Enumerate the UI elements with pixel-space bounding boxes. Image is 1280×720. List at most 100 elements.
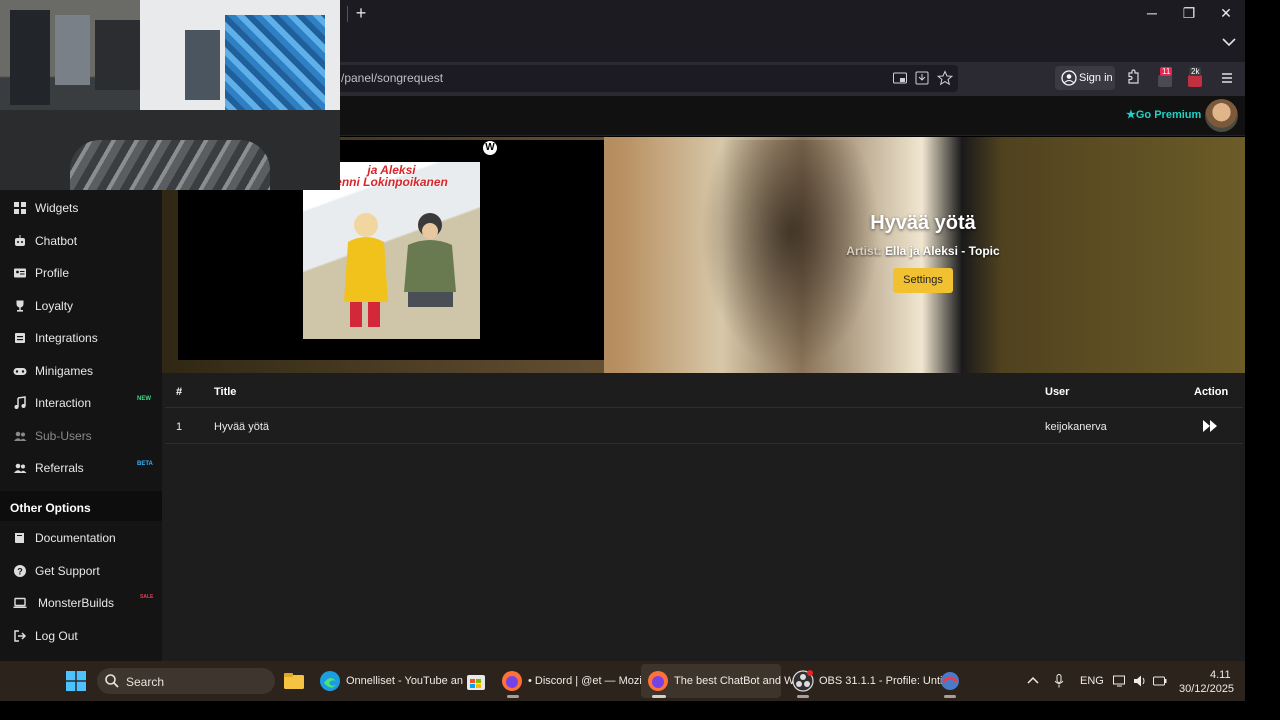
plug-icon [15,333,25,343]
column-header-action: Action [1194,386,1229,398]
store-icon[interactable] [465,670,487,692]
extensions-icon[interactable] [1124,69,1142,87]
sign-in-label: Sign in [1079,72,1113,84]
sidebar-item-label: Log Out [35,629,78,643]
sidebar-item-widgets[interactable]: Widgets [0,192,162,224]
warner-music-logo: W [483,141,497,155]
svg-text:?: ? [17,567,23,577]
sidebar-item-interaction[interactable]: Interaction NEW [0,387,162,419]
users-icon [14,463,27,473]
sidebar-item-get-support[interactable]: ? Get Support [0,555,162,587]
sidebar-item-chatbot[interactable]: Chatbot [0,225,162,257]
row-title: Hyvää yötä [214,421,270,433]
question-icon: ? [14,565,26,577]
gamepad-icon [13,368,27,375]
sale-badge: SALE [140,594,154,600]
sidebar-item-sub-users[interactable]: Sub-Users [0,420,162,452]
taskbar-app-label[interactable]: Onnelliset - YouTube an [346,675,463,687]
sidebar-item-integrations[interactable]: Integrations [0,322,162,354]
sidebar-item-log-out[interactable]: Log Out [0,620,162,652]
star-icon: ★ [1126,109,1136,121]
go-premium-link[interactable]: ★Go Premium [1126,108,1201,121]
skip-forward-icon[interactable] [1203,420,1217,432]
artist-row: Artist: Ella ja Aleksi - Topic [800,244,1046,258]
save-page-icon[interactable] [914,70,930,86]
search-icon [105,674,119,688]
running-indicator [797,695,809,698]
other-options-heading: Other Options [10,501,91,515]
sidebar-item-referrals[interactable]: Referrals BETA [0,452,162,484]
child-yellow-coat-image [344,213,388,327]
webcam-clothes [55,15,90,85]
obs-icon[interactable] [792,670,814,692]
sidebar-item-label: Get Support [35,564,100,578]
microphone-icon[interactable] [1051,673,1067,689]
windows-start-icon[interactable] [66,671,86,691]
taskbar-app-label[interactable]: OBS 31.1.1 - Profile: Unti [819,675,943,687]
sidebar-item-profile[interactable]: Profile [0,257,162,289]
language-indicator[interactable]: ENG [1080,675,1104,687]
volume-icon[interactable] [1132,673,1148,689]
sidebar-item-label: MonsterBuilds [38,596,115,610]
taskbar-search-label: Search [126,675,165,689]
bookmark-star-icon[interactable] [937,70,953,86]
network-icon[interactable] [1112,673,1128,689]
sidebar-item-loyalty[interactable]: Loyalty [0,290,162,322]
extension-count-badge: 2k [1189,67,1202,76]
sidebar-item-label: Sub-Users [35,429,92,443]
sidebar-item-label: Integrations [35,331,98,345]
new-badge: NEW [137,396,151,402]
webcam-clothes [95,20,140,90]
chevron-down-icon[interactable] [1219,32,1239,52]
edge-icon[interactable] [319,670,341,692]
hamburger-menu-icon[interactable] [1218,69,1236,87]
sidebar-item-label: Widgets [35,201,79,215]
firefox-icon[interactable] [501,670,523,692]
clock-date[interactable]: 30/12/2025 [1179,683,1234,695]
webcam-overlay [0,0,340,190]
artist-label: Artist: [846,244,882,258]
avatar[interactable] [1205,99,1238,132]
column-header-number: # [176,386,183,398]
battery-icon[interactable] [1152,673,1168,689]
laptop-icon [13,597,27,608]
webcam-clothes [10,10,50,105]
music-icon [14,396,26,409]
artist-name: Ella ja Aleksi - Topic [884,244,1000,258]
maximize-button[interactable]: ❐ [1179,4,1199,22]
sidebar-item-minigames[interactable]: Minigames [0,355,162,387]
active-indicator [652,695,666,698]
taskbar-search-box[interactable] [97,668,275,694]
url-text[interactable]: /panel/songrequest [341,71,443,85]
now-playing-title: Hyvää yötä [870,212,976,234]
queue-table-header: # Title User Action [165,374,1243,408]
users-icon [14,431,27,441]
webcam-blanket [70,140,270,190]
taskbar-app-label[interactable]: The best ChatBot and W [674,675,794,687]
trophy-icon [16,300,24,312]
taskbar-app-label[interactable]: • Discord | @et — Mozil [528,675,644,687]
app-icon[interactable] [939,670,961,692]
picture-in-picture-icon[interactable] [892,70,908,86]
row-number: 1 [176,421,183,433]
settings-button[interactable]: Settings [893,268,953,293]
right-edge-black [1245,0,1280,701]
sidebar-item-monsterbuilds[interactable]: MonsterBuilds SALE [0,587,162,619]
sidebar-item-label: Minigames [35,364,94,378]
sidebar-item-label: Documentation [35,531,116,545]
go-premium-label: Go Premium [1135,109,1202,121]
chevron-up-icon[interactable] [1025,673,1041,689]
clock-time[interactable]: 4.11 [1210,669,1231,681]
minimize-button[interactable]: ─ [1142,4,1162,22]
table-row: 1 Hyvää yötä keijokanerva [165,409,1243,444]
new-tab-button[interactable]: + [352,4,370,23]
sidebar-item-documentation[interactable]: Documentation [0,522,162,554]
grid-icon [14,202,26,214]
firefox-icon[interactable] [647,670,669,692]
extension-badge: 11 [1160,67,1173,76]
book-icon [15,533,24,543]
file-explorer-icon[interactable] [283,670,305,692]
sidebar-item-label: Loyalty [35,299,74,313]
column-header-user: User [1045,386,1070,398]
close-window-button[interactable]: ✕ [1216,4,1236,22]
